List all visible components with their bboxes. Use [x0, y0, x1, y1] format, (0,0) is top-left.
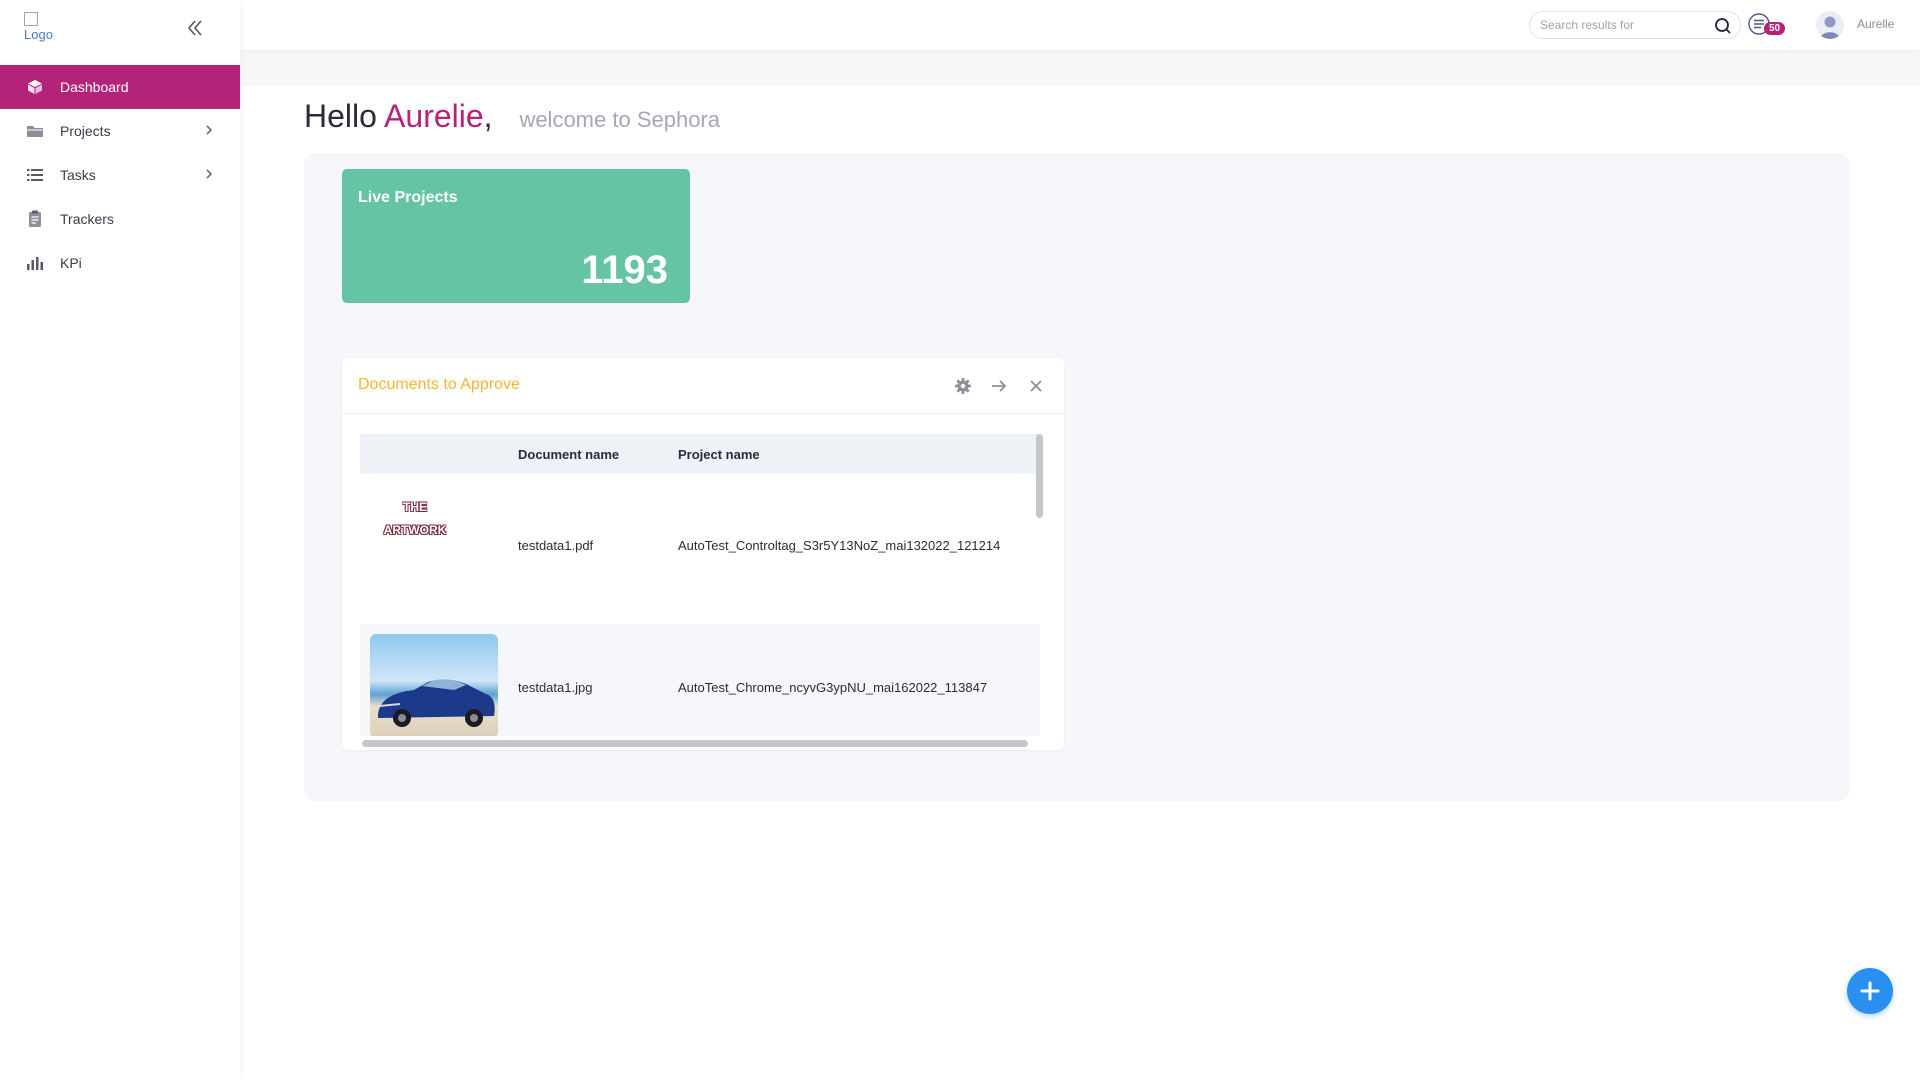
collapse-sidebar-button[interactable] — [183, 16, 207, 40]
widget-title: Documents to Approve — [358, 376, 520, 393]
gear-icon[interactable] — [953, 376, 973, 396]
live-projects-title: Live Projects — [358, 189, 458, 206]
logo-alt-text: Logo — [24, 27, 53, 42]
sidebar: Logo Dashboard Projects Tasks Trackers K… — [0, 0, 240, 1080]
sidebar-item-dashboard[interactable]: Dashboard — [0, 65, 240, 109]
sidebar-item-label: Dashboard — [60, 79, 129, 95]
vertical-scrollbar[interactable] — [1036, 434, 1043, 518]
welcome-text: welcome to Sephora — [519, 107, 720, 132]
notification-badge: 50 — [1764, 22, 1786, 35]
thumbnail-text-line: ARTWORK — [383, 523, 447, 537]
horizontal-scrollbar[interactable] — [362, 740, 1028, 747]
table-row[interactable]: testdata1.jpg AutoTest_Chrome_ncyvG3ypNU… — [360, 624, 1040, 736]
document-name-cell: testdata1.pdf — [518, 538, 594, 553]
widget-header: Documents to Approve — [342, 358, 1064, 414]
project-name-cell: AutoTest_Chrome_ncyvG3ypNU_mai162022_113… — [678, 680, 988, 695]
table-row[interactable]: THE ARTWORK testdata1.pdf AutoTest_Contr… — [360, 474, 1040, 624]
clipboard-icon — [26, 210, 44, 228]
notifications-button[interactable]: 50 — [1748, 13, 1788, 39]
sidebar-nav: Dashboard Projects Tasks Trackers KPi — [0, 65, 240, 285]
chevron-right-icon — [206, 125, 212, 135]
list-icon — [26, 166, 44, 184]
broken-image-icon — [24, 12, 38, 26]
greeting-comma: , — [483, 98, 493, 134]
column-header-document-name[interactable]: Document name — [518, 447, 619, 462]
user-avatar-icon — [1820, 16, 1840, 39]
page-title: Hello Aurelie, welcome to Sephora — [304, 98, 720, 135]
documents-to-approve-widget: Documents to Approve Document name Proje… — [342, 358, 1064, 750]
arrow-right-icon[interactable] — [989, 376, 1009, 396]
documents-table[interactable]: Document name Project name THE ARTWORK t… — [360, 434, 1040, 736]
bar-chart-icon — [26, 254, 44, 272]
add-floating-button[interactable] — [1847, 968, 1893, 1014]
search-box — [1529, 11, 1741, 39]
sidebar-item-projects[interactable]: Projects — [0, 109, 240, 153]
sidebar-item-label: KPi — [60, 255, 82, 271]
sidebar-item-tasks[interactable]: Tasks — [0, 153, 240, 197]
car-image — [378, 679, 495, 727]
sidebar-item-label: Projects — [60, 123, 111, 139]
artwork-thumbnail[interactable]: THE ARTWORK — [380, 496, 450, 542]
column-header-project-name[interactable]: Project name — [678, 447, 760, 462]
cube-icon — [26, 78, 44, 96]
avatar[interactable] — [1816, 11, 1844, 39]
car-photo-thumbnail[interactable] — [370, 634, 498, 736]
table-header: Document name Project name — [360, 434, 1040, 474]
sidebar-item-trackers[interactable]: Trackers — [0, 197, 240, 241]
thumbnail-text-line: THE — [403, 500, 427, 514]
sidebar-item-kpi[interactable]: KPi — [0, 241, 240, 285]
username[interactable]: Aurelle — [1857, 17, 1894, 31]
document-name-cell: testdata1.jpg — [518, 680, 593, 695]
sidebar-item-label: Tasks — [60, 167, 96, 183]
sidebar-item-label: Trackers — [60, 211, 114, 227]
live-projects-card[interactable]: Live Projects 1193 — [342, 169, 690, 303]
top-bar: 50 Aurelle — [240, 0, 1920, 50]
close-icon[interactable] — [1026, 376, 1046, 396]
double-chevron-left-icon — [187, 20, 202, 36]
chevron-right-icon — [206, 169, 212, 179]
search-icon[interactable] — [1714, 17, 1732, 35]
plus-icon — [1860, 981, 1880, 1001]
logo[interactable]: Logo — [24, 12, 53, 42]
greeting-hello: Hello — [304, 98, 377, 134]
folder-icon — [26, 122, 44, 140]
greeting-name: Aurelie — [384, 98, 484, 134]
search-input[interactable] — [1530, 12, 1700, 38]
project-name-cell: AutoTest_Controltag_S3r5Y13NoZ_mai132022… — [678, 538, 1001, 553]
content-header-strip — [240, 50, 1920, 86]
live-projects-count: 1193 — [581, 248, 668, 292]
